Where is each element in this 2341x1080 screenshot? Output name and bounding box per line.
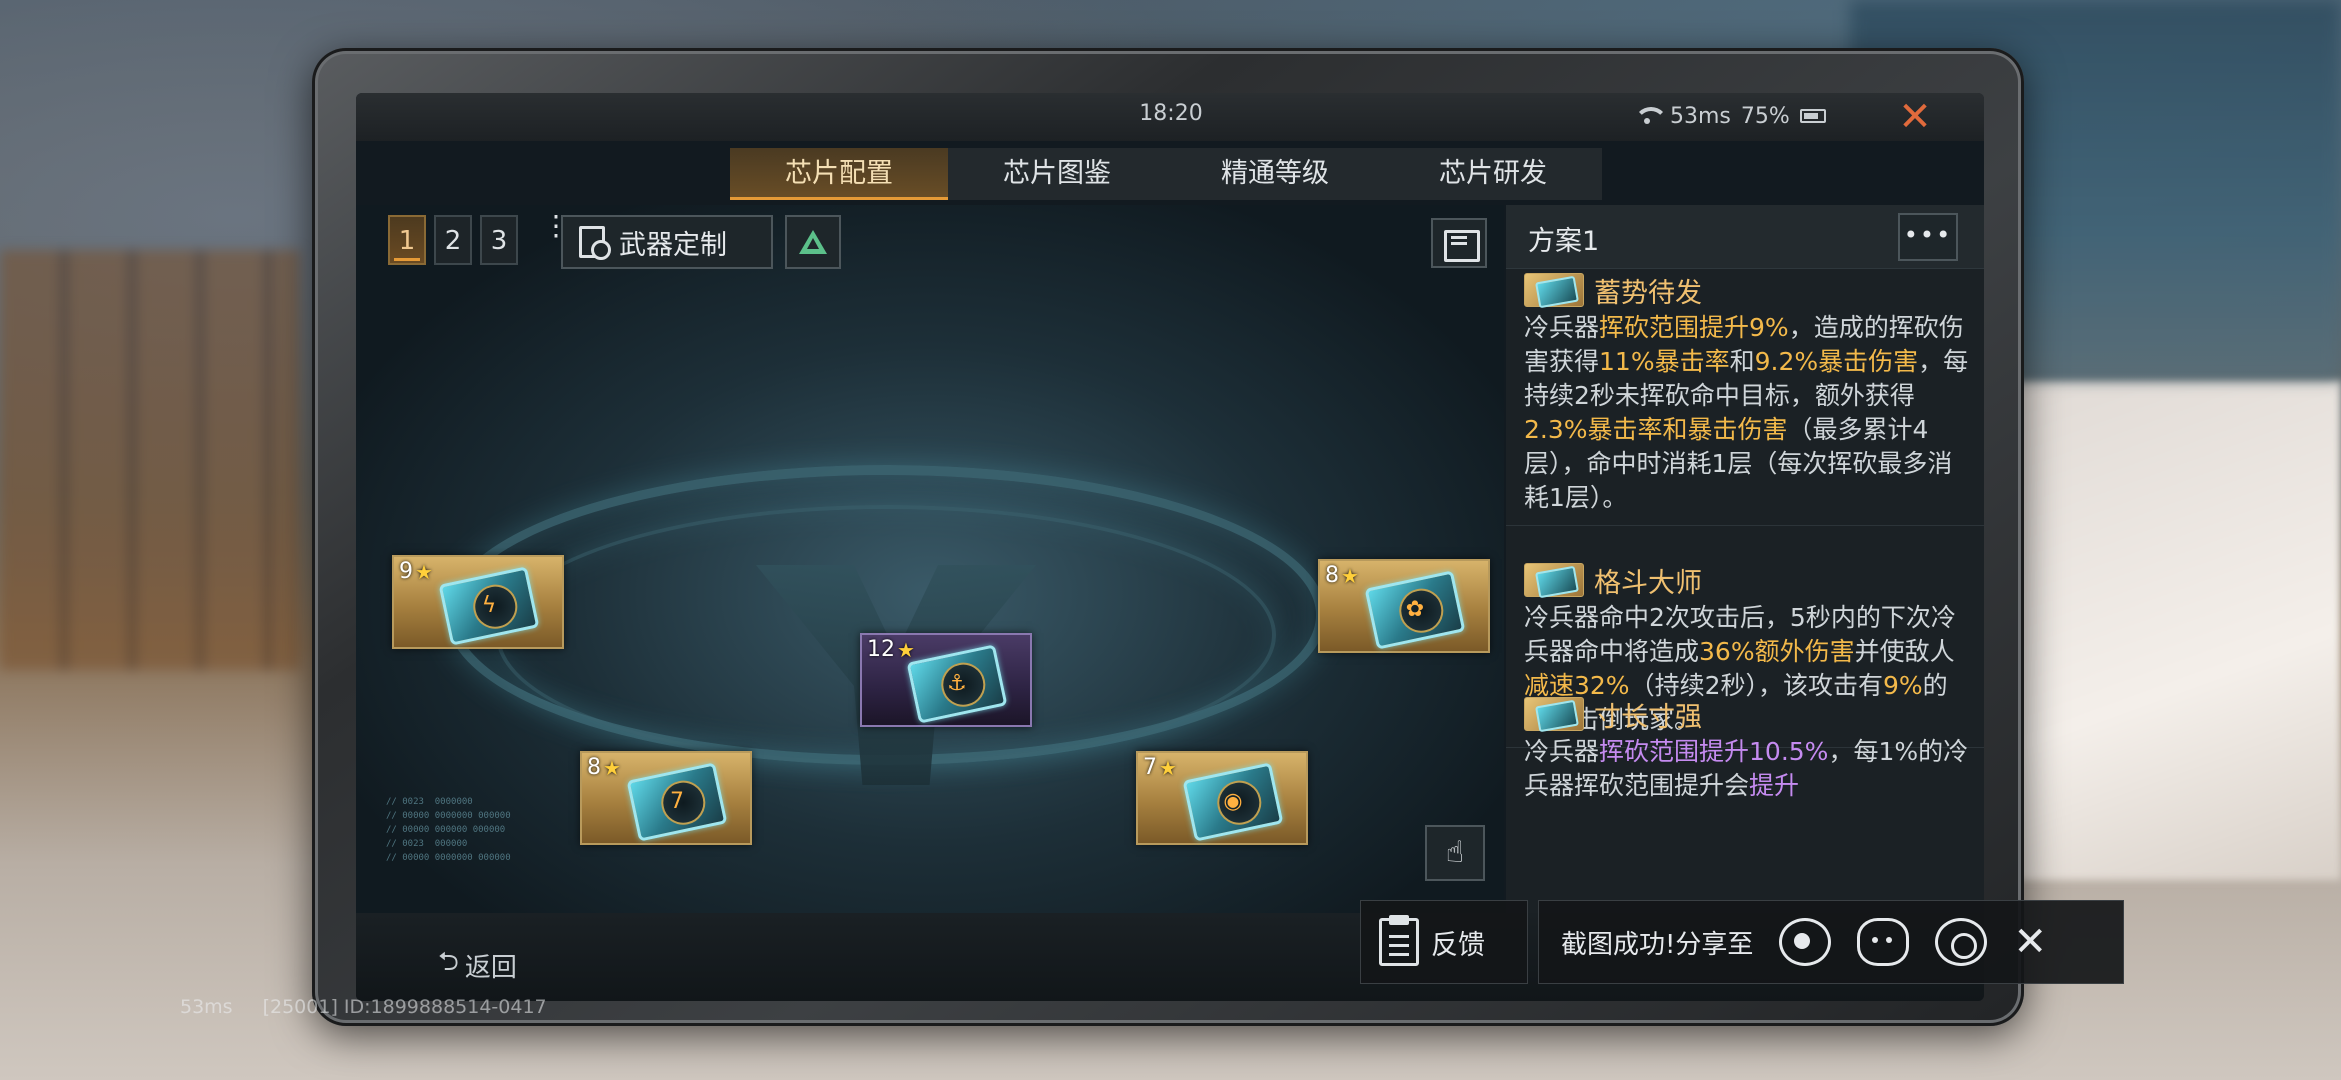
star-icon: ★ — [1341, 563, 1359, 588]
effect-text-segment: 冷兵器 — [1524, 737, 1600, 766]
effect-name: 蓄势待发 — [1594, 277, 1702, 309]
decorative-code: // 0023 0000000 // 00000 0000000 000000 … — [386, 797, 511, 863]
clipboard-icon — [1379, 915, 1419, 966]
plan-selector: 1 2 3 — [388, 215, 518, 265]
watermark: 53ms [25001] ID:1899888514-0417 — [180, 996, 547, 1018]
chip-level: 8 — [1325, 563, 1339, 588]
effect-text-segment: 并使敌人 — [1854, 637, 1955, 666]
effect-description: 冷兵器挥砍范围提升10.5%，每1%的冷兵器挥砍范围提升会提升 — [1524, 735, 1970, 813]
more-options-button[interactable]: ••• — [1898, 213, 1958, 261]
effect-text-segment: 36%额外伤害 — [1699, 637, 1855, 666]
share-toast: 截图成功!分享至 ✕ — [1538, 900, 2124, 984]
chip-icon — [1524, 563, 1584, 597]
back-label: 返回 — [464, 952, 517, 983]
effect-text-segment: 9.2%暴击伤害 — [1754, 347, 1919, 376]
share-plan-button[interactable] — [785, 215, 841, 269]
star-icon: ★ — [603, 755, 621, 780]
star-icon: ★ — [897, 637, 915, 662]
game-screen: 18:20 53ms 75% ✕ 芯片配置 芯片图鉴 精通等级 芯片研发 // … — [356, 93, 1984, 1001]
thumbs-up-icon: ☝ — [1445, 835, 1465, 870]
back-arrow-icon: ⮌ — [438, 947, 459, 977]
close-icon[interactable]: ✕ — [1891, 93, 1939, 141]
plan-tab-3[interactable]: 3 — [480, 215, 518, 265]
chip-slot-right-top[interactable]: 8 ★ ✿ — [1318, 559, 1490, 653]
feedback-label: 反馈 — [1431, 929, 1485, 961]
chip-slot-left-top[interactable]: 9 ★ ϟ — [392, 555, 564, 649]
clock: 18:20 — [1139, 101, 1203, 126]
more-vertical-icon[interactable]: ⋮ — [542, 212, 570, 259]
like-button[interactable]: ☝ — [1425, 825, 1485, 881]
effect-text-segment: 和 — [1729, 347, 1755, 376]
status-bar: 18:20 53ms 75% ✕ — [356, 93, 1984, 141]
effect-name: 寸长寸强 — [1594, 701, 1702, 733]
chip-level: 7 — [1143, 755, 1157, 780]
main-tabs: 芯片配置 芯片图鉴 精通等级 芯片研发 — [730, 148, 1602, 200]
chip-level: 12 — [867, 637, 895, 662]
background-white-surface — [2000, 380, 2341, 880]
plan-tab-2[interactable]: 2 — [434, 215, 472, 265]
chip-card-icon: 7 — [626, 762, 728, 842]
effect-text-segment: 提升 — [1749, 771, 1800, 800]
moments-icon[interactable] — [1935, 918, 1988, 966]
watermark-id: [25001] ID:1899888514-0417 — [262, 996, 547, 1018]
weapon-custom-label: 武器定制 — [619, 229, 727, 261]
tab-mastery-level[interactable]: 精通等级 — [1166, 148, 1384, 200]
plan-title: 方案1 — [1528, 226, 1600, 257]
chip-card-icon: ✿ — [1364, 570, 1466, 650]
effect-block: 寸长寸强 冷兵器挥砍范围提升10.5%，每1%的冷兵器挥砍范围提升会提升 — [1506, 693, 1984, 813]
network-status: 53ms 75% — [1634, 101, 1826, 131]
back-button[interactable]: ⮌ 返回 — [438, 943, 517, 987]
share-text: 截图成功!分享至 — [1561, 929, 1754, 960]
drive-icon — [799, 230, 827, 254]
panel-header: 方案1 ••• — [1506, 205, 1984, 269]
battery-text: 75% — [1740, 103, 1790, 129]
close-share-icon[interactable]: ✕ — [2013, 918, 2047, 966]
weapon-settings-icon — [577, 226, 611, 260]
tab-chip-catalog[interactable]: 芯片图鉴 — [948, 148, 1166, 200]
feedback-button[interactable]: 反馈 — [1360, 900, 1528, 984]
chip-level: 9 — [399, 559, 413, 584]
chip-slot-center[interactable]: 12 ★ ⚓ — [860, 633, 1032, 727]
effect-description: 冷兵器挥砍范围提升9%，造成的挥砍伤害获得11%暴击率和9.2%暴击伤害，每持续… — [1524, 311, 1970, 525]
effect-name: 格斗大师 — [1594, 567, 1702, 599]
latency-text: 53ms — [1670, 103, 1731, 129]
screenshot-card-button[interactable] — [1431, 218, 1487, 268]
chip-card-icon: ⚓ — [906, 644, 1008, 724]
effect-text-segment: 冷兵器 — [1524, 313, 1600, 342]
chip-icon — [1524, 273, 1584, 307]
plan-tab-1[interactable]: 1 — [388, 215, 426, 265]
effect-text-segment: 挥砍范围提升9% — [1599, 313, 1789, 342]
weibo-icon[interactable] — [1779, 918, 1832, 966]
tab-chip-config[interactable]: 芯片配置 — [730, 148, 948, 200]
wechat-icon[interactable] — [1857, 918, 1910, 966]
chip-stage: // 0023 0000000 // 00000 0000000 000000 … — [356, 205, 1504, 913]
watermark-latency: 53ms — [180, 996, 233, 1018]
chip-card-icon: ϟ — [438, 566, 540, 646]
effect-text-segment: 11%暴击率 — [1599, 347, 1730, 376]
battery-icon — [1799, 109, 1826, 123]
background-shelves — [0, 250, 300, 670]
tab-chip-research[interactable]: 芯片研发 — [1384, 148, 1602, 200]
chip-card-icon: ◉ — [1182, 762, 1284, 842]
effect-block: 蓄势待发 冷兵器挥砍范围提升9%，造成的挥砍伤害获得11%暴击率和9.2%暴击伤… — [1506, 269, 1984, 526]
star-icon: ★ — [415, 559, 433, 584]
weapon-custom-button[interactable]: 武器定制 — [561, 215, 773, 269]
plan-detail-panel: 方案1 ••• 蓄势待发 冷兵器挥砍范围提升9%，造成的挥砍伤害获得11%暴击率… — [1506, 205, 1984, 913]
chip-slot-left-bottom[interactable]: 8 ★ 7 — [580, 751, 752, 845]
chip-level: 8 — [587, 755, 601, 780]
chip-icon — [1524, 697, 1584, 731]
effect-text-segment: 2.3%暴击率和暴击伤害 — [1524, 415, 1788, 444]
wifi-icon — [1634, 107, 1668, 125]
effect-text-segment: 挥砍范围提升10.5% — [1599, 737, 1829, 766]
chip-slot-right-bottom[interactable]: 7 ★ ◉ — [1136, 751, 1308, 845]
star-icon: ★ — [1159, 755, 1177, 780]
